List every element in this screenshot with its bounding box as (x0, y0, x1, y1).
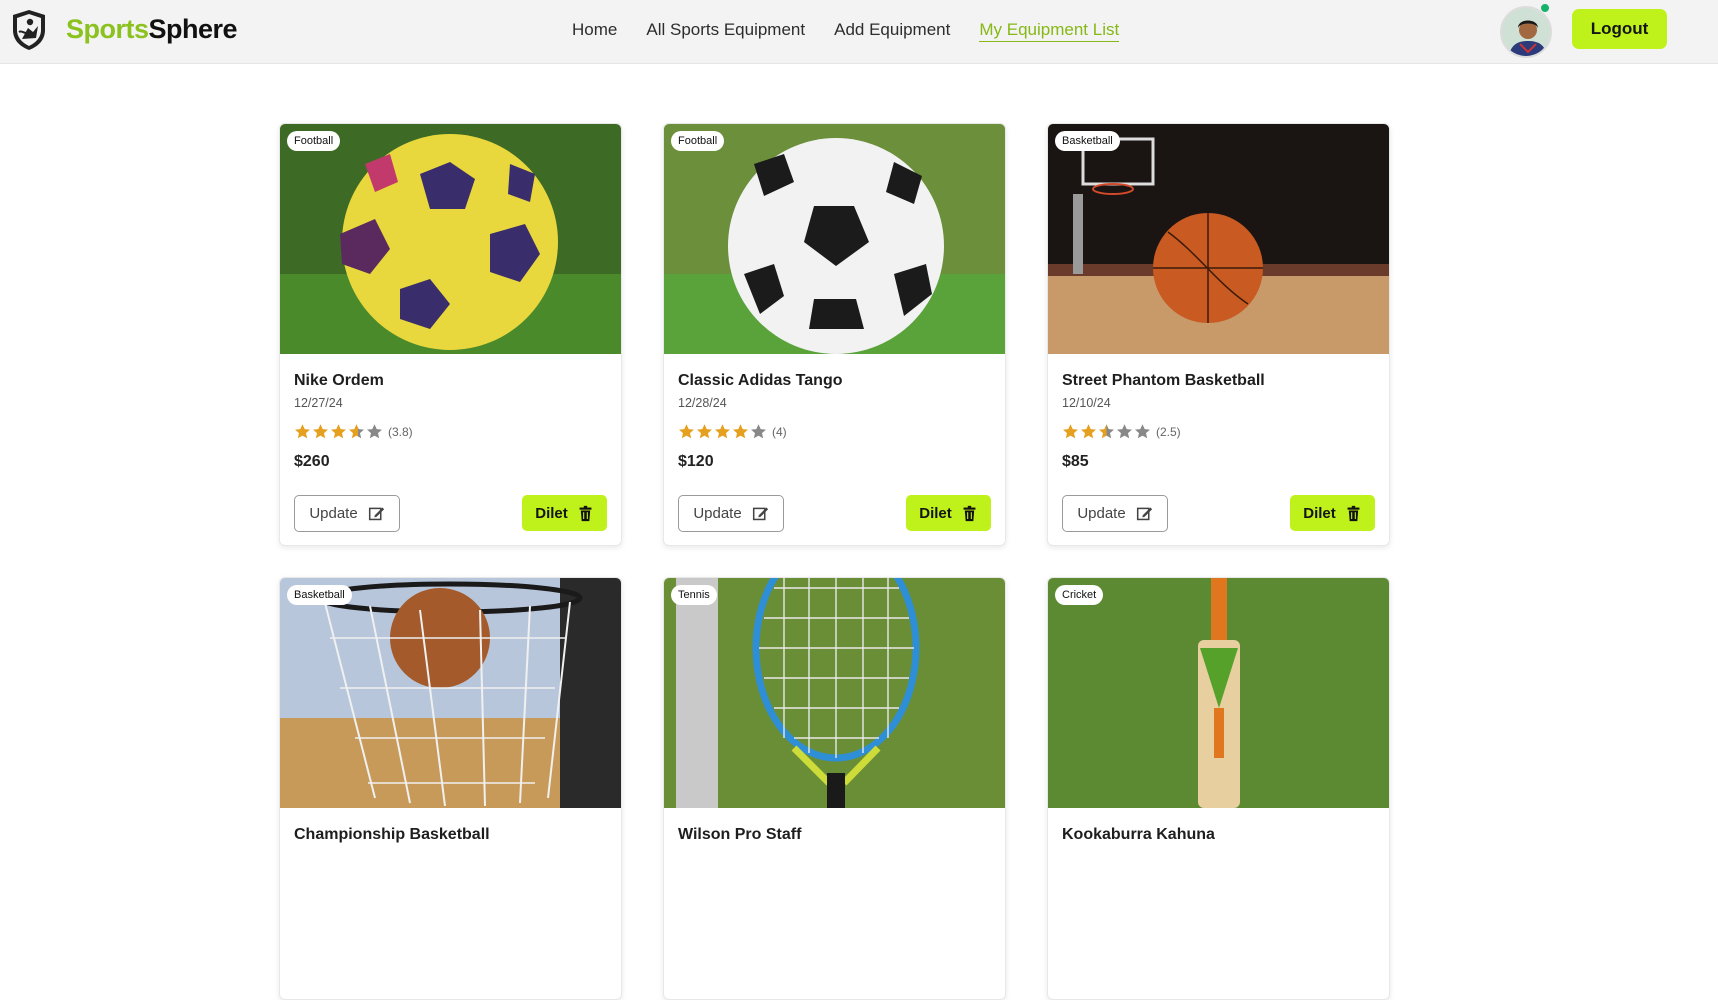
star-icon (697, 424, 712, 439)
star-empty-icon (751, 424, 766, 439)
star-icon (331, 424, 346, 439)
star-icon (1063, 424, 1078, 439)
star-rating (678, 423, 767, 440)
basketball-court-image: Basketball (1048, 124, 1389, 354)
star-empty-icon (367, 424, 382, 439)
star-icon (295, 424, 310, 439)
equipment-card: Cricket Kookaburra Kahuna (1047, 577, 1390, 1000)
logo-icon[interactable] (10, 8, 48, 52)
white-football-image: Football (664, 124, 1005, 354)
main-nav: Home All Sports Equipment Add Equipment … (572, 20, 1120, 42)
trash-icon (963, 505, 976, 521)
delete-button[interactable]: Dilet (522, 495, 607, 531)
edit-icon (368, 507, 384, 521)
card-title: Wilson Pro Staff (678, 826, 802, 843)
star-rating (294, 423, 383, 440)
delete-button[interactable]: Dilet (1290, 495, 1375, 531)
equipment-grid: Football Nike Ordem 12/27/24 (3.8) $260 … (279, 123, 1390, 1000)
rating-value: (3.8) (388, 424, 413, 439)
category-badge: Basketball (287, 585, 352, 605)
delete-label: Dilet (919, 504, 952, 522)
card-title: Kookaburra Kahuna (1062, 826, 1215, 843)
trash-icon (579, 505, 592, 521)
category-badge: Football (287, 131, 341, 151)
update-label: Update (693, 505, 742, 522)
card-title: Championship Basketball (294, 826, 490, 843)
user-avatar-icon (1502, 8, 1550, 56)
category-badge: Tennis (671, 585, 717, 605)
category-badge: Cricket (1055, 585, 1104, 605)
price: $260 (294, 453, 330, 470)
rating: (4) (678, 423, 991, 440)
trash-icon (1347, 505, 1360, 521)
price: $120 (678, 453, 714, 470)
edit-icon (1136, 507, 1152, 521)
rating-value: (2.5) (1156, 424, 1181, 439)
brand-name[interactable]: SportsSphere (66, 14, 238, 45)
card-date: 12/10/24 (1062, 396, 1111, 410)
price: $85 (1062, 453, 1089, 470)
update-label: Update (1077, 505, 1126, 522)
top-navbar: SportsSphere Home All Sports Equipment A… (0, 0, 1718, 64)
star-icon (679, 424, 694, 439)
category-badge: Football (671, 131, 725, 151)
cricket-bat-image: Cricket (1048, 578, 1389, 808)
update-button[interactable]: Update (1062, 495, 1168, 532)
star-rating (1062, 423, 1151, 440)
card-title: Classic Adidas Tango (678, 372, 843, 389)
delete-label: Dilet (1303, 504, 1336, 522)
delete-label: Dilet (535, 504, 568, 522)
rating: (3.8) (294, 423, 607, 440)
logout-button[interactable]: Logout (1572, 9, 1667, 49)
nav-add-equipment[interactable]: Add Equipment (834, 20, 950, 42)
card-actions: Update Dilet (678, 495, 991, 532)
yellow-football-image: Football (280, 124, 621, 354)
avatar[interactable] (1500, 6, 1552, 58)
category-badge: Basketball (1055, 131, 1120, 151)
star-empty-icon (1117, 424, 1132, 439)
online-status-dot (1540, 3, 1550, 13)
card-actions: Update Dilet (294, 495, 607, 532)
basketball-hoop-image: Basketball (280, 578, 621, 808)
nav-my-equipment-list[interactable]: My Equipment List (979, 20, 1120, 42)
star-icon (313, 424, 328, 439)
update-button[interactable]: Update (678, 495, 784, 532)
equipment-card: Tennis Wilson Pro Staff (663, 577, 1006, 1000)
brand-part-1: Sports (66, 14, 149, 44)
equipment-card: Football Nike Ordem 12/27/24 (3.8) $260 … (279, 123, 622, 546)
star-half-icon (1099, 424, 1114, 439)
equipment-card: Football Classic Adidas Tango 12/28/24 (… (663, 123, 1006, 546)
star-half-icon (349, 424, 364, 439)
equipment-card: Basketball Championship Basketball (279, 577, 622, 1000)
star-icon (733, 424, 748, 439)
update-button[interactable]: Update (294, 495, 400, 532)
rating: (2.5) (1062, 423, 1375, 440)
star-icon (1081, 424, 1096, 439)
star-icon (715, 424, 730, 439)
update-label: Update (309, 505, 358, 522)
nav-home[interactable]: Home (572, 20, 617, 42)
delete-button[interactable]: Dilet (906, 495, 991, 531)
nav-all-sports-equipment[interactable]: All Sports Equipment (646, 20, 805, 42)
edit-icon (752, 507, 768, 521)
card-title: Nike Ordem (294, 372, 384, 389)
equipment-card: Basketball Street Phantom Basketball 12/… (1047, 123, 1390, 546)
star-empty-icon (1135, 424, 1150, 439)
rating-value: (4) (772, 424, 787, 439)
card-actions: Update Dilet (1062, 495, 1375, 532)
card-date: 12/27/24 (294, 396, 343, 410)
brand-part-2: Sphere (148, 14, 238, 44)
card-title: Street Phantom Basketball (1062, 372, 1265, 389)
card-date: 12/28/24 (678, 396, 727, 410)
tennis-racket-image: Tennis (664, 578, 1005, 808)
